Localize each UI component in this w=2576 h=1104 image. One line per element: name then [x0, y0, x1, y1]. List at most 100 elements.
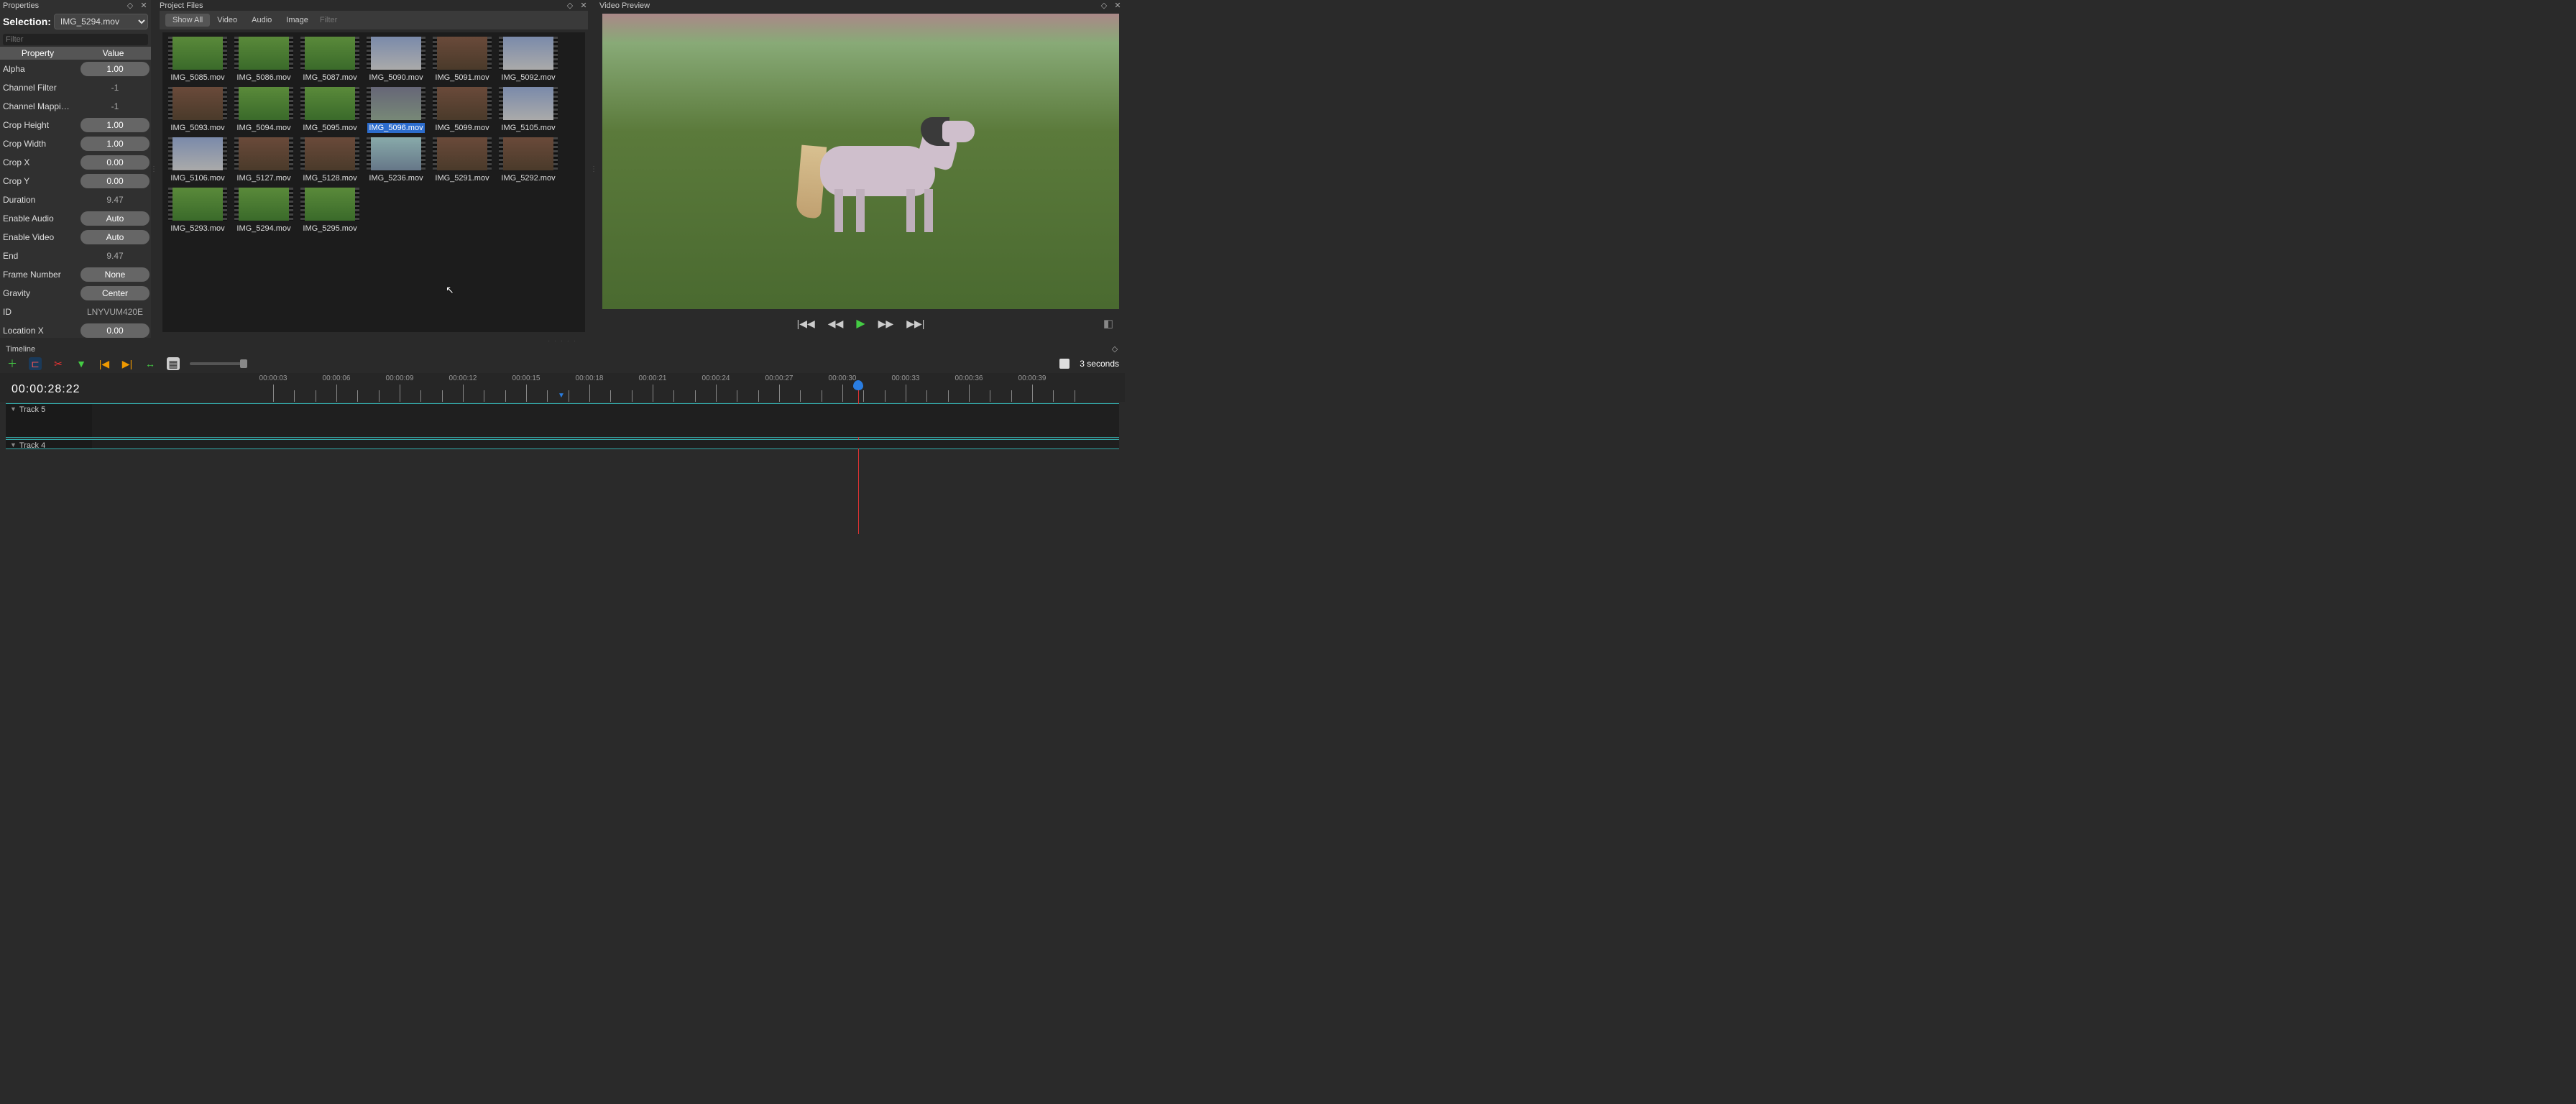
- property-row[interactable]: Alpha1.00: [0, 60, 151, 78]
- property-value[interactable]: -1: [80, 80, 150, 95]
- property-value[interactable]: 9.47: [80, 249, 150, 263]
- property-row[interactable]: Frame NumberNone: [0, 265, 151, 284]
- file-thumbnail[interactable]: IMG_5236.mov: [365, 137, 427, 183]
- play-button[interactable]: ▶: [856, 316, 865, 331]
- property-value[interactable]: 0.00: [80, 155, 150, 170]
- file-thumbnail[interactable]: IMG_5106.mov: [167, 137, 229, 183]
- project-filter-input[interactable]: [316, 14, 426, 26]
- file-thumbnail[interactable]: IMG_5095.mov: [299, 87, 361, 133]
- selection-dropdown[interactable]: IMG_5294.mov: [54, 14, 148, 29]
- property-row[interactable]: IDLNYVUM420E: [0, 303, 151, 321]
- property-value[interactable]: 1.00: [80, 137, 150, 151]
- splitter-vertical[interactable]: ⋮: [151, 0, 157, 338]
- property-value[interactable]: 0.00: [80, 323, 150, 338]
- property-value[interactable]: LNYVUM420E: [80, 305, 150, 319]
- file-thumbnail[interactable]: IMG_5096.mov: [365, 87, 427, 133]
- project-tab[interactable]: Audio: [244, 14, 279, 27]
- property-row[interactable]: Duration9.47: [0, 190, 151, 209]
- detach-icon[interactable]: ◇: [1110, 344, 1119, 354]
- add-track-button[interactable]: ＋: [6, 357, 19, 370]
- timeline-track[interactable]: ▼Track 4: [6, 439, 1119, 449]
- property-value[interactable]: None: [80, 267, 150, 282]
- property-row[interactable]: Crop Height1.00: [0, 116, 151, 134]
- rewind-button[interactable]: ◀◀: [828, 318, 844, 330]
- zoom-preset-button[interactable]: [1059, 359, 1070, 369]
- preview-viewport[interactable]: [602, 14, 1119, 309]
- forward-button[interactable]: ▶▶: [878, 318, 894, 330]
- file-thumbnail[interactable]: IMG_5293.mov: [167, 188, 229, 234]
- property-row[interactable]: Crop Y0.00: [0, 172, 151, 190]
- file-thumbnail[interactable]: IMG_5086.mov: [233, 37, 295, 83]
- property-value[interactable]: 1.00: [80, 62, 150, 76]
- track-header[interactable]: ▼Track 5: [6, 404, 92, 437]
- detach-icon[interactable]: ◇: [566, 1, 574, 10]
- timeline-track[interactable]: ▼Track 5: [6, 403, 1119, 438]
- file-thumbnail[interactable]: IMG_5091.mov: [431, 37, 493, 83]
- project-tab[interactable]: Show All: [165, 14, 210, 27]
- zoom-slider[interactable]: [190, 362, 247, 365]
- close-icon[interactable]: ✕: [579, 1, 588, 10]
- file-thumbnail[interactable]: IMG_5105.mov: [497, 87, 559, 133]
- property-row[interactable]: GravityCenter: [0, 284, 151, 303]
- snap-button[interactable]: ⊏: [29, 357, 42, 370]
- properties-filter-input[interactable]: [3, 34, 148, 45]
- prev-marker-button[interactable]: |◀: [98, 357, 111, 370]
- property-value[interactable]: Auto: [80, 211, 150, 226]
- file-thumbnail[interactable]: IMG_5291.mov: [431, 137, 493, 183]
- property-row[interactable]: Location X0.00: [0, 321, 151, 338]
- property-row[interactable]: End9.47: [0, 247, 151, 265]
- timeline-ruler[interactable]: 00:00:28:22 00:00:0300:00:0600:00:0900:0…: [0, 373, 1125, 402]
- snapshot-button[interactable]: ◧: [1103, 317, 1113, 330]
- property-row[interactable]: Crop Width1.00: [0, 134, 151, 153]
- jump-end-button[interactable]: ▶▶|: [906, 318, 924, 330]
- thumbnail-grid[interactable]: ↖ IMG_5085.movIMG_5086.movIMG_5087.movIM…: [162, 32, 585, 332]
- property-row[interactable]: Enable VideoAuto: [0, 228, 151, 247]
- property-row[interactable]: Enable AudioAuto: [0, 209, 151, 228]
- next-marker-button[interactable]: ▶|: [121, 357, 134, 370]
- project-tab[interactable]: Image: [279, 14, 316, 27]
- property-value[interactable]: Auto: [80, 230, 150, 244]
- track-body[interactable]: [92, 404, 1119, 437]
- razor-button[interactable]: ✂: [52, 357, 65, 370]
- chevron-down-icon[interactable]: ▼: [10, 405, 17, 413]
- file-thumbnail[interactable]: IMG_5087.mov: [299, 37, 361, 83]
- property-value[interactable]: -1: [80, 99, 150, 114]
- chevron-down-icon[interactable]: ▼: [10, 441, 17, 448]
- file-thumbnail[interactable]: IMG_5294.mov: [233, 188, 295, 234]
- playhead[interactable]: [853, 380, 863, 390]
- property-row[interactable]: Channel Mappi…-1: [0, 97, 151, 116]
- close-icon[interactable]: ✕: [1113, 1, 1122, 10]
- property-row[interactable]: Channel Filter-1: [0, 78, 151, 97]
- property-value[interactable]: 1.00: [80, 118, 150, 132]
- file-thumbnail[interactable]: IMG_5090.mov: [365, 37, 427, 83]
- splitter-vertical[interactable]: ⋮: [591, 0, 597, 338]
- property-row[interactable]: Crop X0.00: [0, 153, 151, 172]
- property-value[interactable]: 0.00: [80, 174, 150, 188]
- file-thumbnail[interactable]: IMG_5092.mov: [497, 37, 559, 83]
- detach-icon[interactable]: ◇: [1100, 1, 1108, 10]
- file-thumbnail[interactable]: IMG_5292.mov: [497, 137, 559, 183]
- file-thumbnail[interactable]: IMG_5128.mov: [299, 137, 361, 183]
- file-thumbnail[interactable]: IMG_5295.mov: [299, 188, 361, 234]
- file-thumbnail[interactable]: IMG_5127.mov: [233, 137, 295, 183]
- marker-icon[interactable]: ▼: [558, 392, 565, 400]
- property-value[interactable]: 9.47: [80, 193, 150, 207]
- file-thumbnail[interactable]: IMG_5093.mov: [167, 87, 229, 133]
- jump-start-button[interactable]: |◀◀: [797, 318, 815, 330]
- project-tab[interactable]: Video: [210, 14, 244, 27]
- file-thumbnail[interactable]: IMG_5094.mov: [233, 87, 295, 133]
- col-property[interactable]: Property: [0, 47, 75, 60]
- marker-button[interactable]: ▼: [75, 357, 88, 370]
- file-thumbnail[interactable]: IMG_5099.mov: [431, 87, 493, 133]
- file-thumbnail[interactable]: IMG_5085.mov: [167, 37, 229, 83]
- track-header[interactable]: ▼Track 4: [6, 440, 92, 448]
- close-icon[interactable]: ✕: [139, 1, 148, 10]
- property-value[interactable]: Center: [80, 286, 150, 300]
- col-value[interactable]: Value: [75, 47, 151, 60]
- center-playhead-button[interactable]: ↔: [144, 357, 157, 370]
- project-files-title: Project Files: [160, 1, 563, 10]
- track-body[interactable]: [92, 440, 1119, 448]
- timeline-options-button[interactable]: ▦: [167, 357, 180, 370]
- splitter-horizontal[interactable]: · · · · ·: [0, 338, 1125, 344]
- detach-icon[interactable]: ◇: [126, 1, 134, 10]
